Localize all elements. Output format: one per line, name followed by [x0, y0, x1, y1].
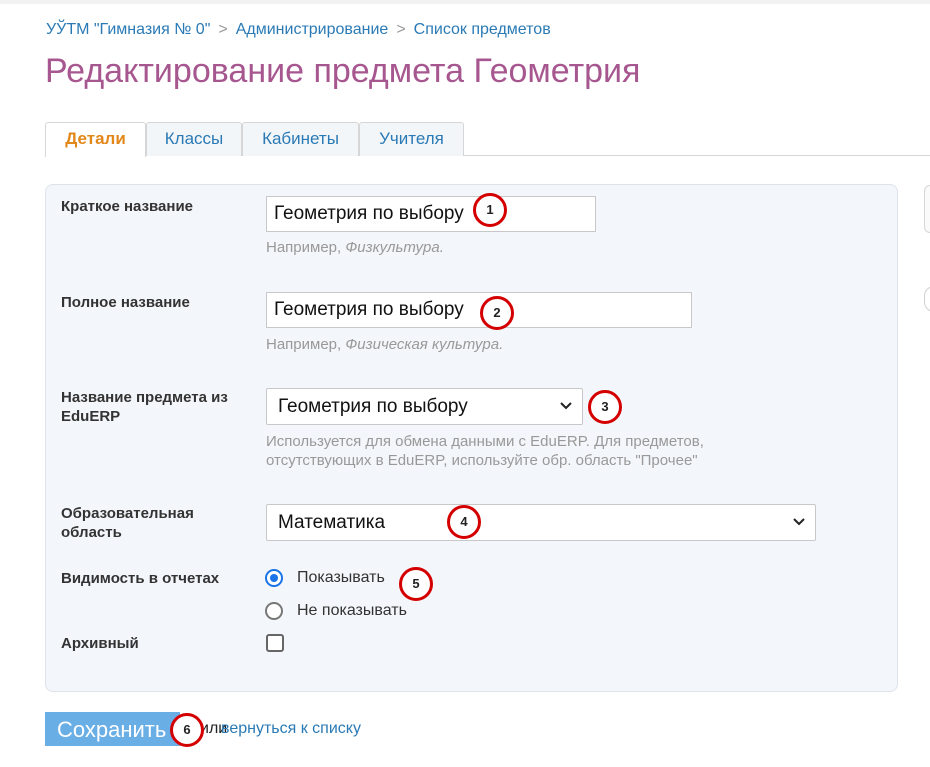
education-area-value: Математика: [278, 512, 386, 533]
short-name-hint: Например, Физкультура.: [266, 238, 444, 257]
tab-details[interactable]: Детали: [45, 122, 146, 157]
back-to-list-link[interactable]: вернуться к списку: [221, 720, 361, 738]
hint-example: Физкультура.: [345, 239, 444, 256]
visibility-option-show[interactable]: Показывать: [265, 567, 385, 589]
side-panel-tab[interactable]: [924, 185, 930, 233]
breadcrumb: УЎТМ "Гимназия № 0" > Администрирование > Сп…: [46, 21, 551, 39]
top-divider: [0, 0, 930, 4]
side-panel-toggle[interactable]: [924, 286, 930, 312]
hint-prefix: Например,: [266, 239, 346, 256]
archived-label: Архивный: [61, 635, 139, 652]
archived-checkbox[interactable]: [266, 634, 284, 652]
breadcrumb-separator: >: [396, 21, 406, 38]
annotation-marker-2: 2: [480, 296, 514, 330]
chevron-down-icon: [793, 505, 805, 552]
breadcrumb-separator: >: [218, 21, 228, 38]
visibility-option-label: Показывать: [297, 569, 385, 586]
education-area-label-line1: Образовательная: [61, 505, 194, 522]
hint-prefix: Например,: [266, 336, 346, 353]
eduerp-name-label: Название предмета из EduERP: [61, 388, 228, 426]
full-name-hint: Например, Физическая культура.: [266, 335, 503, 354]
short-name-input[interactable]: Геометрия по выбору: [266, 196, 596, 232]
annotation-marker-6: 6: [170, 713, 204, 747]
tab-rooms[interactable]: Кабинеты: [242, 122, 359, 156]
education-area-label-line2: область: [61, 524, 122, 541]
breadcrumb-link-administration[interactable]: Администрирование: [236, 21, 389, 38]
full-name-input[interactable]: Геометрия по выбору: [266, 292, 692, 328]
tab-classes[interactable]: Классы: [146, 122, 242, 156]
visibility-option-hide[interactable]: Не показывать: [265, 600, 407, 622]
page-title: Редактирование предмета Геометрия: [45, 52, 641, 90]
education-area-select[interactable]: Математика: [266, 504, 816, 541]
full-name-label: Полное название: [61, 294, 190, 311]
breadcrumb-link-subjects-list[interactable]: Список предметов: [414, 21, 551, 38]
tab-teachers[interactable]: Учителя: [359, 122, 464, 156]
annotation-marker-3: 3: [588, 390, 622, 424]
annotation-marker-5: 5: [399, 567, 433, 601]
annotation-marker-1: 1: [473, 193, 507, 227]
radio-button-checked[interactable]: [265, 569, 283, 587]
hint-example: Физическая культура.: [345, 336, 504, 353]
eduerp-name-select[interactable]: Геометрия по выбору: [266, 388, 583, 425]
eduerp-name-value: Геометрия по выбору: [278, 396, 468, 417]
eduerp-hint-line2: отсутствующих в EduERP, используйте обр.…: [266, 452, 698, 469]
short-name-label: Краткое название: [61, 198, 194, 215]
visibility-option-label: Не показывать: [297, 602, 407, 619]
eduerp-name-label-line2: EduERP: [61, 408, 121, 425]
chevron-down-icon: [560, 389, 572, 436]
visibility-label: Видимость в отчетах: [61, 570, 220, 587]
radio-button[interactable]: [265, 602, 283, 620]
eduerp-hint-line1: Используется для обмена данными с EduERP…: [266, 433, 704, 450]
eduerp-name-hint: Используется для обмена данными с EduERP…: [266, 432, 704, 470]
education-area-label: Образовательная область: [61, 504, 194, 542]
eduerp-name-label-line1: Название предмета из: [61, 389, 228, 406]
annotation-marker-4: 4: [447, 505, 481, 539]
breadcrumb-link-school[interactable]: УЎТМ "Гимназия № 0": [46, 21, 210, 38]
save-button[interactable]: Сохранить: [45, 712, 180, 746]
